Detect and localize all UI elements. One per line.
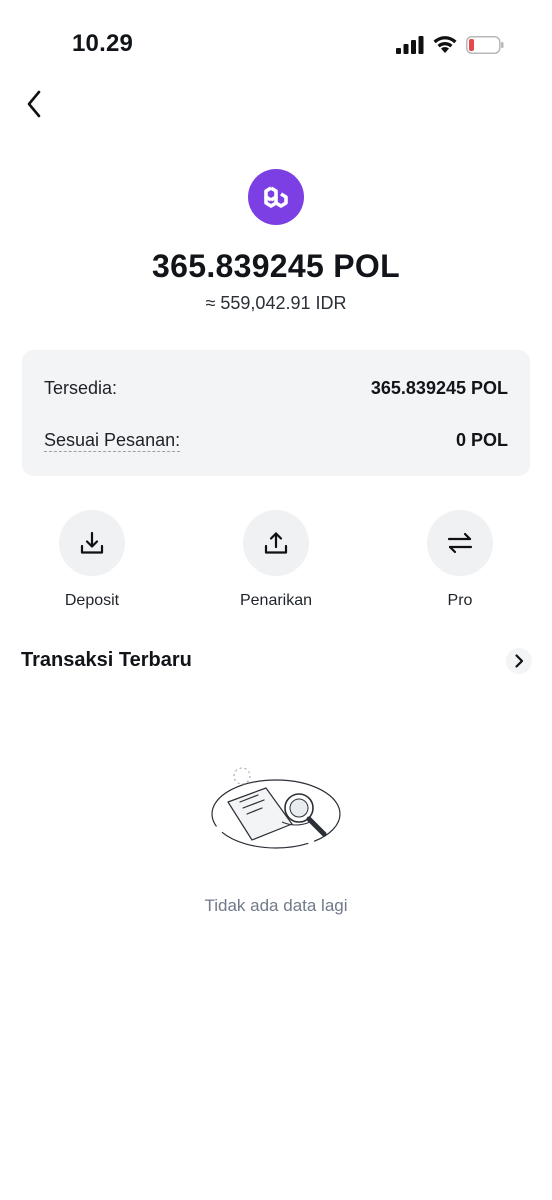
recent-transactions-title: Transaksi Terbaru xyxy=(21,649,192,671)
polygon-logo-icon xyxy=(248,169,304,225)
recent-transactions-more-button[interactable] xyxy=(506,648,532,674)
available-value: 365.839245 POL xyxy=(370,377,508,398)
deposit-button[interactable]: Deposit xyxy=(32,510,152,610)
withdraw-icon-circle xyxy=(243,510,309,576)
upload-icon xyxy=(264,532,288,554)
swap-arrows-icon xyxy=(447,532,473,554)
chevron-right-icon xyxy=(515,654,524,668)
withdraw-label: Penarikan xyxy=(239,592,313,609)
wallet-asset-screen: 10.29 365.839245 POL ≈ 559,042.91 IDR Te… xyxy=(0,0,552,1200)
signal-icon xyxy=(396,36,424,54)
available-row: Tersedia: 365.839245 POL xyxy=(44,374,508,402)
available-label: Tersedia: xyxy=(44,377,118,398)
balance-amount: 365.839245 POL xyxy=(152,248,400,284)
pro-icon-circle xyxy=(427,510,493,576)
wifi-icon xyxy=(433,36,457,53)
pro-label: Pro xyxy=(447,592,473,609)
balance-detail-card: Tersedia: 365.839245 POL Sesuai Pesanan:… xyxy=(22,350,530,476)
document-search-icon xyxy=(211,767,341,849)
deposit-icon-circle xyxy=(59,510,125,576)
chevron-left-icon xyxy=(27,90,41,118)
battery-low-icon xyxy=(466,36,504,54)
deposit-label: Deposit xyxy=(64,592,120,609)
withdraw-button[interactable]: Penarikan xyxy=(216,510,336,610)
in-order-label[interactable]: Sesuai Pesanan: xyxy=(44,429,181,452)
in-order-row: Sesuai Pesanan: 0 POL xyxy=(44,426,508,454)
empty-state-text: Tidak ada data lagi xyxy=(204,896,348,915)
balance-fiat-value: ≈ 559,042.91 IDR xyxy=(205,293,347,313)
in-order-value: 0 POL xyxy=(455,429,508,450)
pro-button[interactable]: Pro xyxy=(400,510,520,610)
status-time: 10.29 xyxy=(72,30,134,57)
status-bar: 10.29 xyxy=(0,0,552,90)
download-icon xyxy=(80,531,104,554)
back-button[interactable] xyxy=(16,86,52,122)
